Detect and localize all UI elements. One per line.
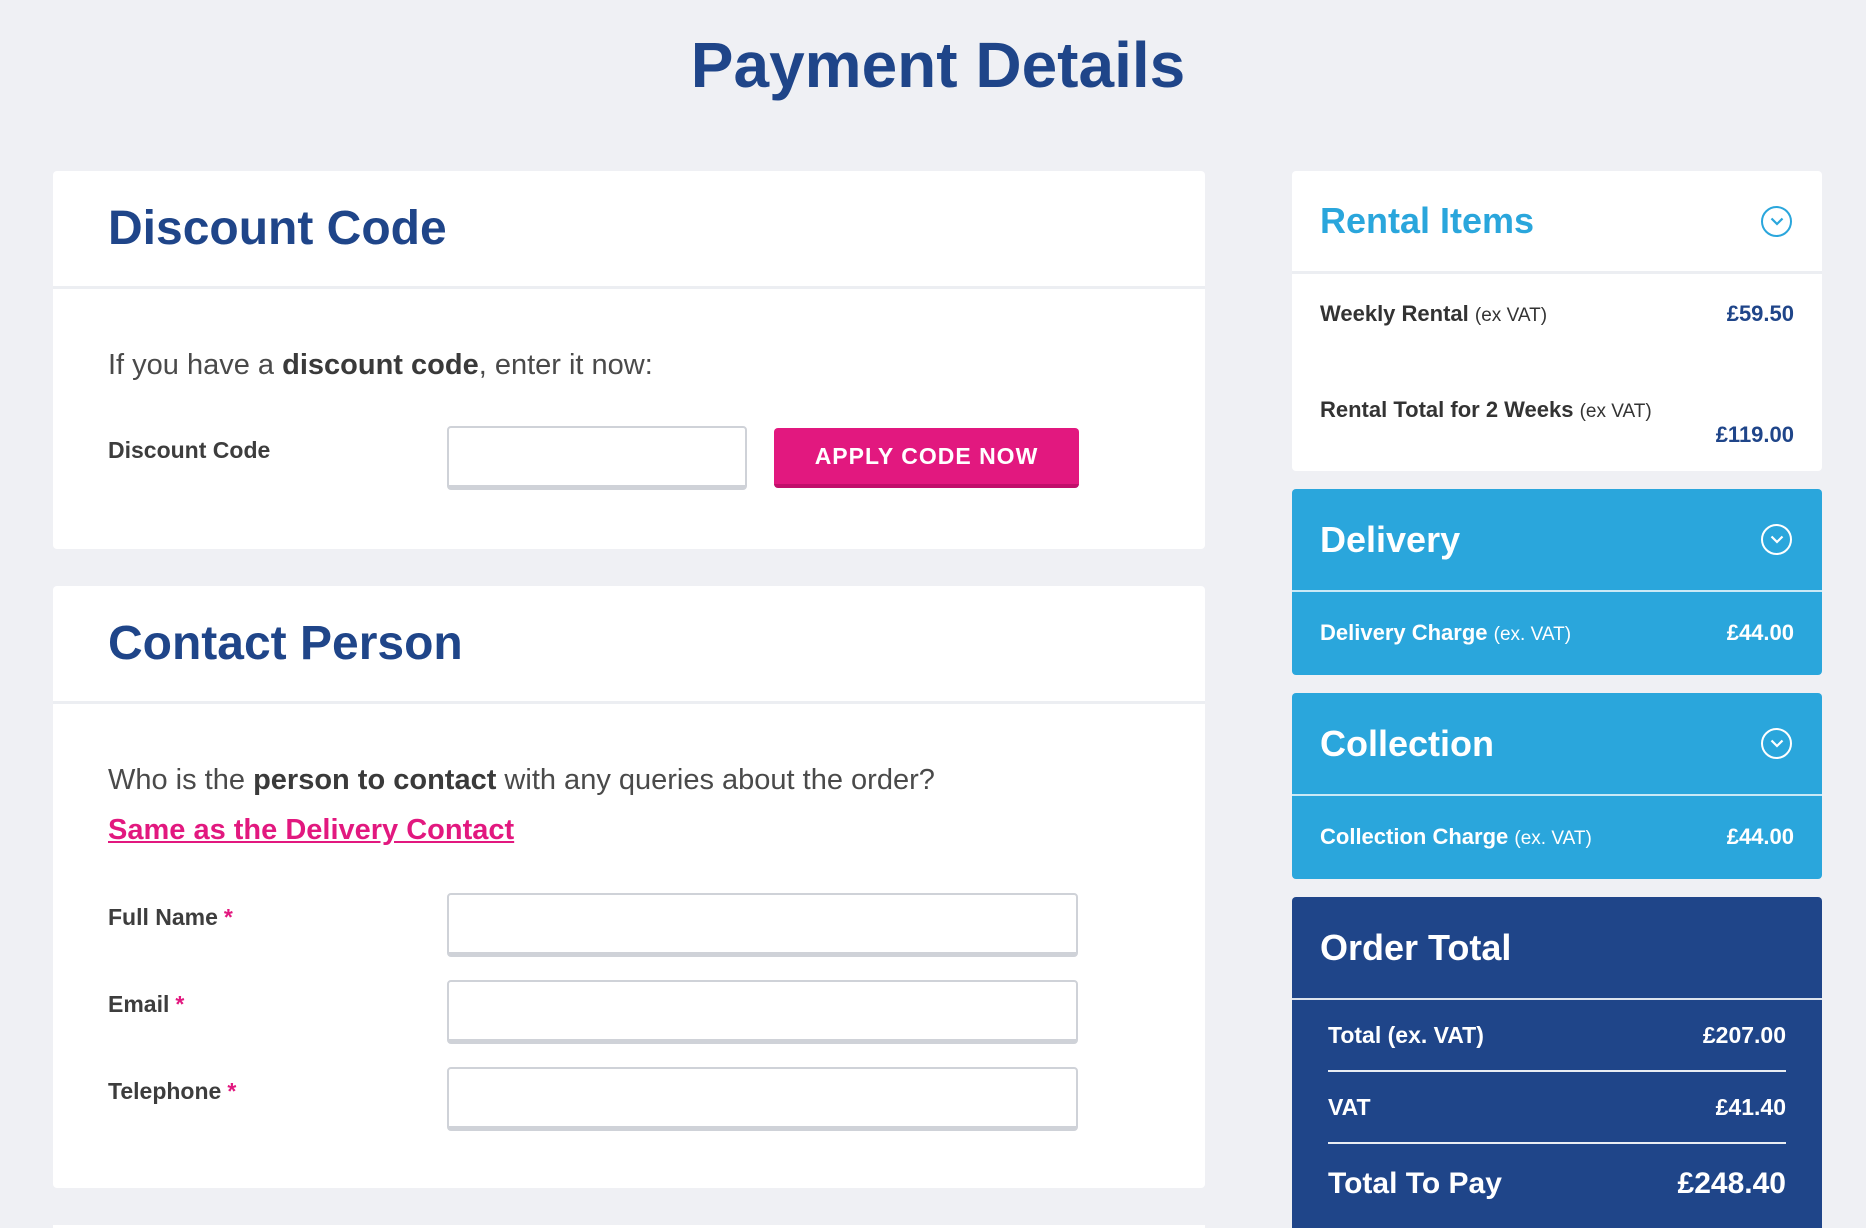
contact-person-card: Contact Person Who is the person to cont… (53, 586, 1205, 1188)
full-name-label-text: Full Name (108, 904, 218, 930)
delivery-heading: Delivery (1320, 518, 1461, 560)
vat-amount: £41.40 (1715, 1093, 1786, 1120)
chevron-down-circle-icon[interactable] (1761, 524, 1792, 555)
collection-charge-amount: £44.00 (1726, 823, 1794, 849)
email-label-text: Email (108, 991, 170, 1017)
collection-header[interactable]: Collection (1292, 693, 1822, 796)
rental-total-label: Rental Total for 2 Weeks (ex VAT) (1320, 392, 1680, 430)
total-ex-vat-amount: £207.00 (1702, 1021, 1786, 1048)
vat-row: VAT £41.40 (1328, 1072, 1786, 1144)
discount-code-input[interactable] (447, 426, 747, 490)
discount-code-label: Discount Code (108, 437, 271, 463)
delivery-charge-label-text: Delivery Charge (1320, 619, 1488, 645)
discount-lead-bold: discount code (282, 349, 479, 381)
vat-label: VAT (1328, 1093, 1371, 1120)
weekly-rental-label-text: Weekly Rental (1320, 301, 1469, 326)
required-marker: * (175, 991, 185, 1017)
order-totals-list: Total (ex. VAT) £207.00 VAT £41.40 Total… (1292, 1000, 1822, 1224)
delivery-charge-amount: £44.00 (1726, 619, 1794, 645)
email-input[interactable] (447, 980, 1078, 1044)
required-marker: * (223, 904, 233, 930)
telephone-input[interactable] (447, 1067, 1078, 1131)
delivery-charge-label: Delivery Charge (ex. VAT) (1320, 620, 1571, 646)
contact-lead-bold: person to contact (253, 764, 497, 796)
discount-code-lead: If you have a discount code, enter it no… (108, 349, 653, 382)
discount-code-card: Discount Code If you have a discount cod… (53, 171, 1205, 549)
required-marker: * (227, 1078, 237, 1104)
order-total-heading: Order Total (1292, 897, 1822, 1000)
rental-total-amount: £119.00 (1715, 422, 1794, 447)
email-label: Email * (108, 991, 184, 1018)
page-title: Payment Details (690, 29, 1186, 101)
weekly-rental-amount: £59.50 (1726, 301, 1794, 326)
total-to-pay-amount: £248.40 (1677, 1167, 1786, 1200)
collection-charge-label-text: Collection Charge (1320, 823, 1509, 849)
full-name-label: Full Name * (108, 904, 233, 931)
collection-panel: Collection Collection Charge (ex. VAT) £… (1292, 693, 1822, 879)
order-total-panel: Order Total Total (ex. VAT) £207.00 VAT … (1292, 897, 1822, 1228)
collection-charge-label: Collection Charge (ex. VAT) (1320, 824, 1592, 850)
weekly-rental-sub: (ex VAT) (1474, 305, 1548, 326)
rental-items-panel: Rental Items Weekly Rental (ex VAT) £59.… (1292, 171, 1822, 471)
rental-total-sub: (ex VAT) (1579, 401, 1652, 422)
full-name-input[interactable] (447, 893, 1078, 957)
total-to-pay-row: Total To Pay £248.40 (1328, 1144, 1786, 1224)
contact-person-heading: Contact Person (53, 586, 1205, 704)
rental-total-row: Rental Total for 2 Weeks (ex VAT) £119.0… (1292, 354, 1822, 468)
contact-lead: Who is the person to contact with any qu… (108, 764, 935, 797)
total-ex-vat-label: Total (ex. VAT) (1328, 1021, 1484, 1048)
total-to-pay-label: Total To Pay (1328, 1167, 1502, 1200)
contact-lead-suffix: with any queries about the order? (496, 764, 935, 796)
collection-charge-row: Collection Charge (ex. VAT) £44.00 (1292, 796, 1822, 877)
chevron-down-circle-icon[interactable] (1761, 728, 1792, 759)
discount-lead-suffix: , enter it now: (478, 349, 653, 381)
telephone-label-text: Telephone (108, 1078, 222, 1104)
same-as-delivery-contact-link[interactable]: Same as the Delivery Contact (108, 814, 514, 847)
delivery-header[interactable]: Delivery (1292, 489, 1822, 592)
weekly-rental-label: Weekly Rental (ex VAT) (1320, 301, 1547, 327)
rental-total-label-text: Rental Total for 2 Weeks (1320, 397, 1574, 422)
chevron-down-circle-icon[interactable] (1761, 205, 1792, 237)
weekly-rental-row: Weekly Rental (ex VAT) £59.50 (1292, 274, 1822, 354)
discount-code-heading: Discount Code (53, 171, 1205, 289)
delivery-panel: Delivery Delivery Charge (ex. VAT) £44.0… (1292, 489, 1822, 675)
collection-heading: Collection (1320, 722, 1495, 764)
rental-items-heading: Rental Items (1320, 200, 1535, 241)
rental-items-header[interactable]: Rental Items (1292, 171, 1822, 274)
apply-code-button[interactable]: APPLY CODE NOW (774, 428, 1079, 488)
total-ex-vat-row: Total (ex. VAT) £207.00 (1328, 1000, 1786, 1072)
delivery-charge-row: Delivery Charge (ex. VAT) £44.00 (1292, 592, 1822, 673)
telephone-label: Telephone * (108, 1078, 236, 1105)
delivery-charge-sub: (ex. VAT) (1493, 623, 1572, 645)
contact-lead-prefix: Who is the (108, 764, 254, 796)
collection-charge-sub: (ex. VAT) (1514, 827, 1592, 849)
discount-lead-prefix: If you have a (108, 349, 283, 381)
